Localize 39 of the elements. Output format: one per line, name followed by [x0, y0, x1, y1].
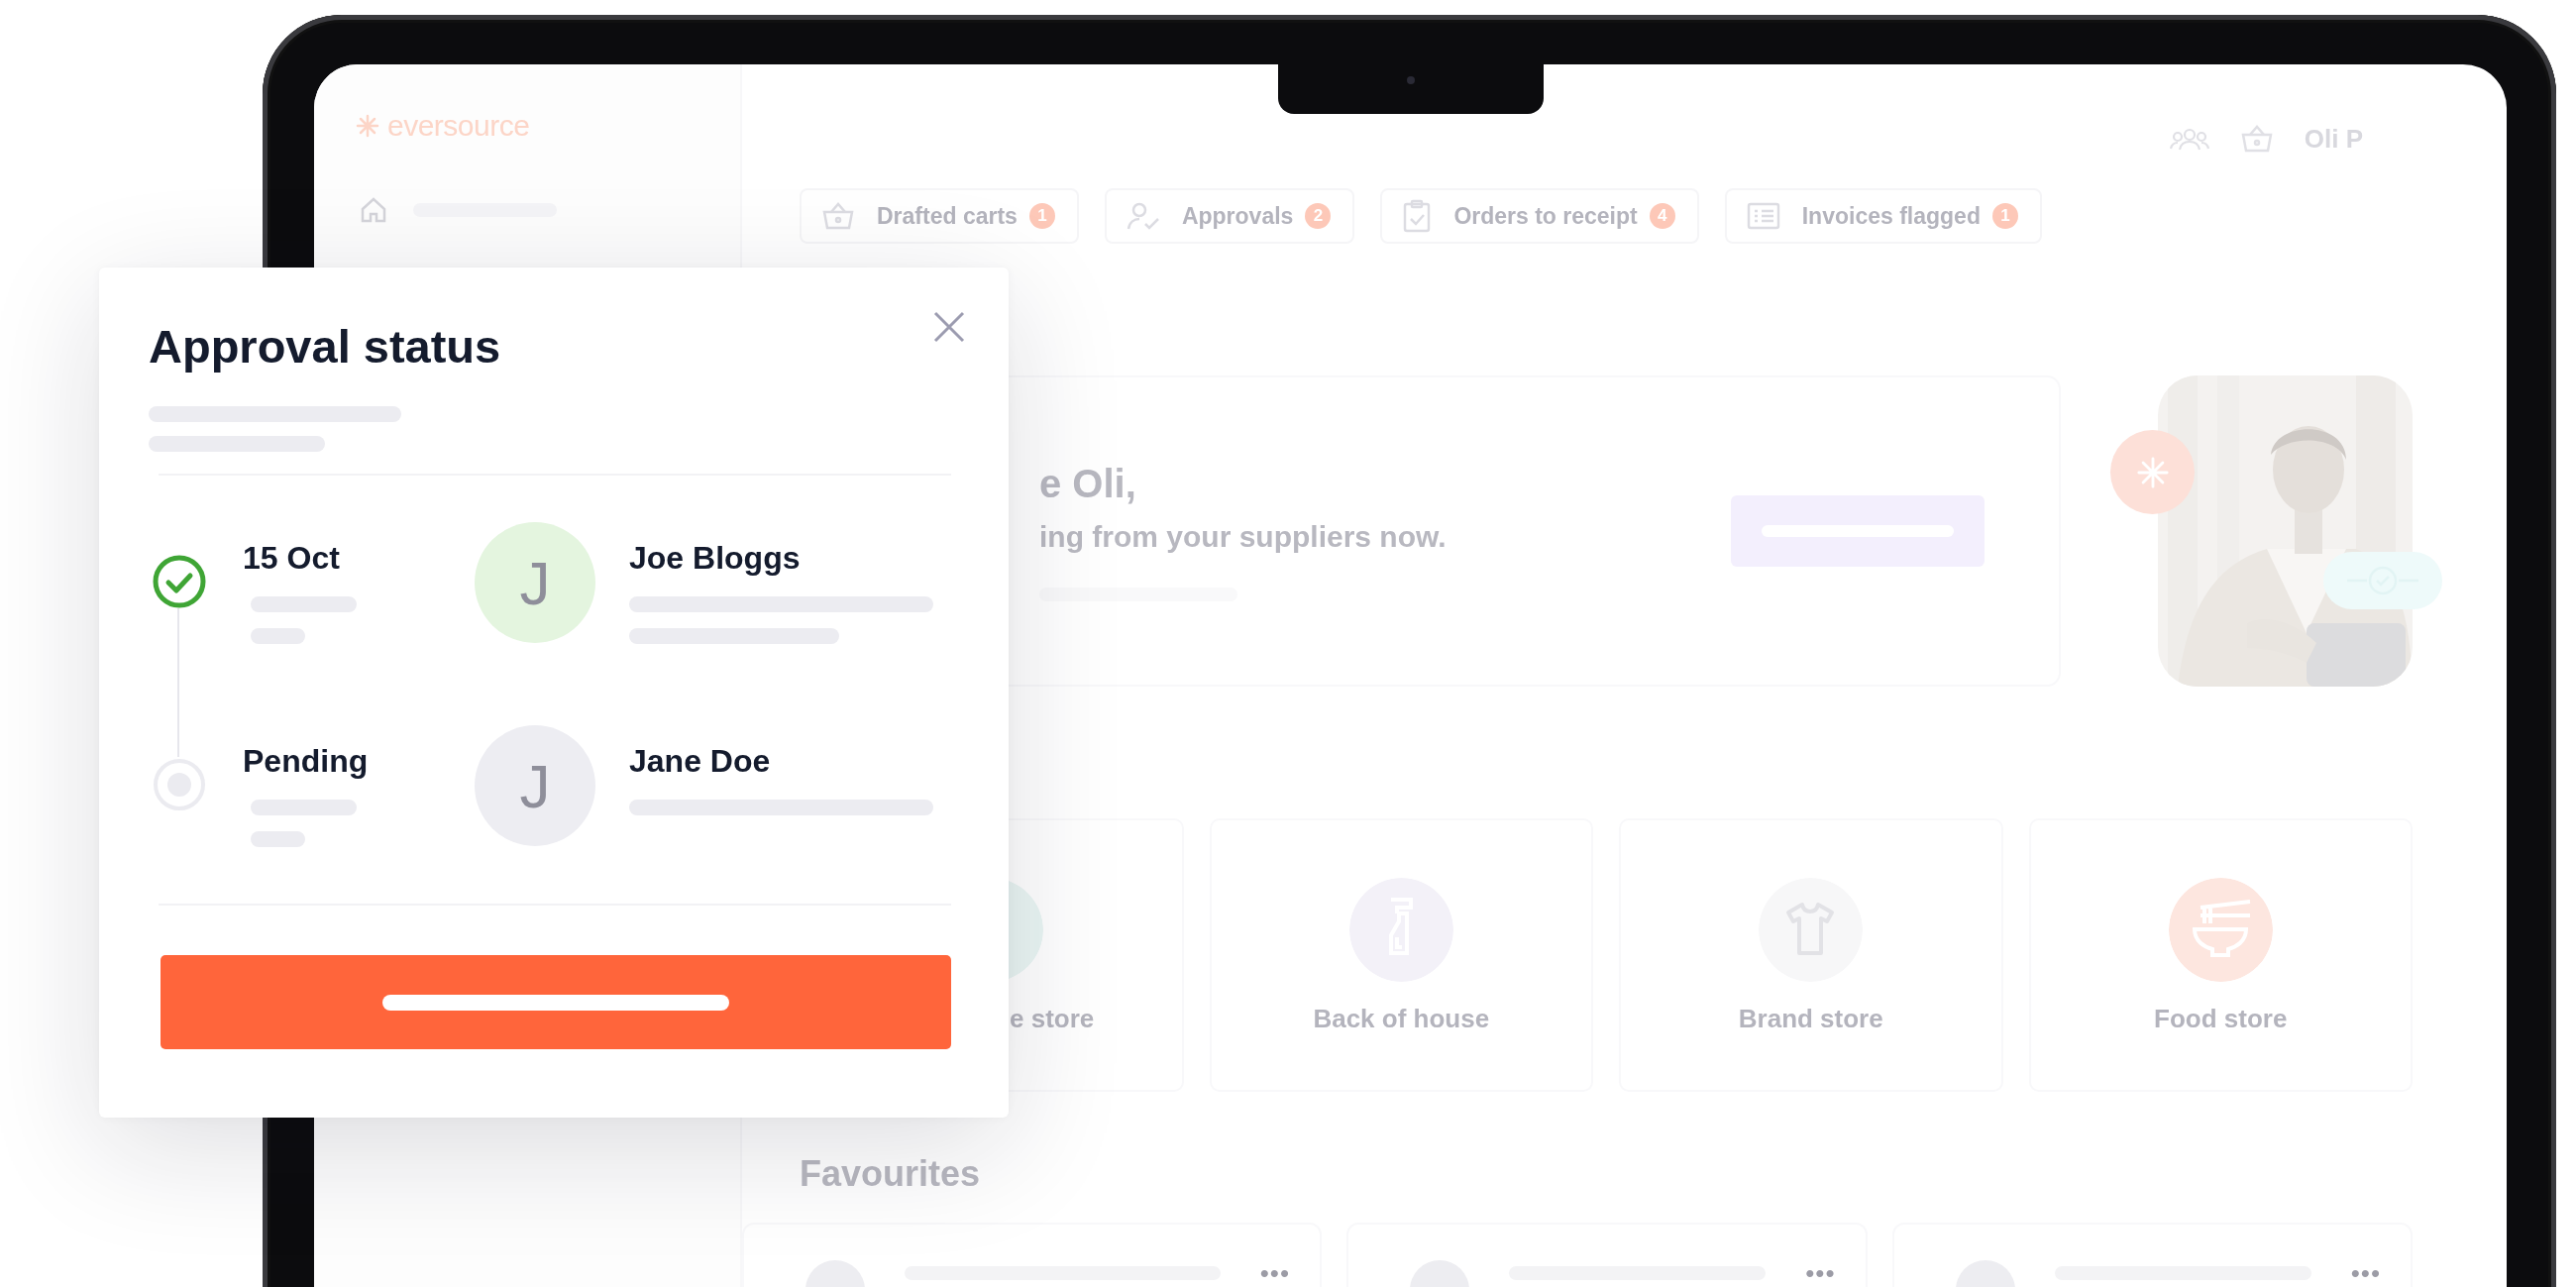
shortcut-chip[interactable]: Approvals 2: [1104, 188, 1355, 244]
approver-name: Joe Bloggs: [629, 540, 802, 577]
submit-button[interactable]: [161, 955, 951, 1049]
asterisk-icon: [356, 114, 379, 138]
avatar: J: [475, 725, 595, 846]
greeting-text: e Oli,: [1039, 461, 1137, 506]
subtitle-text: ing from your suppliers now.: [1039, 519, 1448, 554]
section-title: Favourites: [800, 1153, 982, 1195]
category-card[interactable]: Food store: [2028, 818, 2413, 1092]
avatar: J: [475, 522, 595, 643]
favourite-card[interactable]: •••: [742, 1223, 1322, 1287]
step-label: Pending: [243, 743, 370, 780]
category-label: Food store: [2154, 1004, 2288, 1034]
favourite-card[interactable]: •••: [1346, 1223, 1868, 1287]
category-label: Back of house: [1313, 1004, 1490, 1034]
list-icon: [1746, 202, 1780, 230]
count-badge: 2: [1305, 203, 1332, 229]
people-icon[interactable]: [2169, 127, 2209, 151]
count-badge: 1: [1028, 203, 1055, 229]
clipboard-check-icon: [1402, 199, 1433, 233]
noodle-bowl-icon: [2192, 900, 2252, 957]
step-label: 15 Oct: [243, 540, 341, 577]
favourite-card[interactable]: •••: [1891, 1223, 2413, 1287]
dialog-title: Approval status: [149, 319, 502, 375]
category-card[interactable]: Back of house: [1209, 818, 1593, 1092]
shortcut-chip[interactable]: Orders to receipt 4: [1380, 188, 1699, 244]
category-label: Brand store: [1738, 1004, 1883, 1034]
category-label: e store: [1009, 1004, 1095, 1034]
shortcut-chip[interactable]: Drafted carts 1: [800, 188, 1079, 244]
more-menu[interactable]: •••: [1805, 1260, 1836, 1286]
basket-icon: [821, 201, 855, 231]
more-menu[interactable]: •••: [2350, 1260, 2381, 1286]
count-badge: 4: [1649, 203, 1675, 229]
category-card[interactable]: Brand store: [1619, 818, 2003, 1092]
count-badge: 1: [1991, 203, 2018, 229]
shortcut-chip[interactable]: Invoices flagged 1: [1724, 188, 2042, 244]
approver-name: Jane Doe: [629, 743, 772, 780]
more-menu[interactable]: •••: [1259, 1260, 1290, 1286]
person-check-icon: [1126, 201, 1160, 231]
